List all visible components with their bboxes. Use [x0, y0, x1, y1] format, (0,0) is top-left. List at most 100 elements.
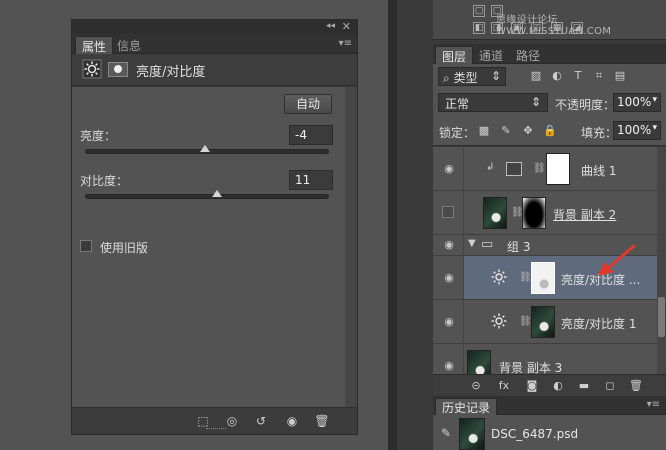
fx-icon[interactable]: fx: [497, 379, 511, 393]
close-icon[interactable]: ✕: [342, 20, 351, 33]
brightness-label: 亮度：: [80, 129, 117, 143]
blend-mode-value: 正常: [445, 97, 470, 111]
link-icon[interactable]: ⛓: [519, 271, 532, 285]
properties-body: 自动 亮度： -4 对比度： 11 使用旧版: [72, 87, 357, 407]
panel-menu-icon[interactable]: ▾≡: [647, 399, 660, 410]
properties-scrollbar[interactable]: [345, 87, 357, 407]
fill-input[interactable]: 100% ▾: [613, 121, 661, 140]
contrast-slider-thumb[interactable]: [211, 190, 222, 197]
reset-icon[interactable]: ↺: [253, 413, 269, 429]
use-legacy-checkbox[interactable]: [80, 240, 92, 252]
chevron-down-icon: ⇕: [530, 95, 541, 109]
clipping-arrow-icon: ↲: [486, 162, 495, 173]
eye-icon[interactable]: ◉: [442, 239, 456, 250]
layer-row-brightness-contrast-1[interactable]: ◉ ⛓ 亮度/对比度 1: [433, 300, 657, 344]
shape-filter-icon[interactable]: ⌗: [592, 69, 606, 83]
adjustment-filter-icon[interactable]: ◐: [550, 69, 564, 83]
eye-icon[interactable]: ◉: [442, 316, 456, 327]
brightness-input[interactable]: -4: [289, 125, 333, 145]
image-filter-icon[interactable]: ▨: [529, 69, 543, 83]
brightness-slider-thumb[interactable]: [199, 145, 210, 152]
curves-adjustment-icon: [506, 162, 522, 176]
visibility-cell[interactable]: ◉: [433, 147, 464, 190]
lock-transparency-icon[interactable]: ▩: [477, 124, 491, 138]
watermark-text: 思缘设计论坛 WWW.MISSYUAN.COM: [496, 15, 612, 37]
tab-channels[interactable]: 通道: [473, 46, 509, 64]
history-tabbar: 历史记录 ▾≡: [433, 396, 666, 415]
add-mask-icon[interactable]: ◙: [525, 379, 539, 393]
scrollbar-thumb[interactable]: [658, 297, 665, 337]
properties-panel: ◂◂ ✕ 属性 信息 ▾≡ 亮度/对比度 自动 亮度： -4 对比度： 11 使…: [71, 19, 358, 435]
brightness-sun-icon: [491, 313, 507, 329]
new-layer-icon[interactable]: ◻: [603, 379, 617, 393]
eye-icon[interactable]: ◉: [442, 163, 456, 174]
layer-name: 曲线 1: [581, 164, 617, 178]
eye-icon[interactable]: ◉: [284, 413, 300, 429]
tab-properties[interactable]: 属性: [75, 36, 114, 54]
collapse-icon[interactable]: ◂◂: [326, 21, 335, 31]
layer-name: 背景 副本 2: [553, 208, 617, 222]
lock-all-icon[interactable]: 🔒: [543, 124, 557, 138]
tab-history[interactable]: 历史记录: [435, 398, 498, 415]
tab-paths[interactable]: 路径: [510, 46, 546, 64]
eye-icon[interactable]: ◉: [442, 360, 456, 371]
eye-icon[interactable]: ◉: [442, 272, 456, 283]
contrast-label: 对比度：: [80, 174, 129, 188]
stepper-icon: ⇕: [490, 69, 501, 83]
brightness-sun-icon: [491, 269, 507, 285]
layer-filter-select[interactable]: ⌕ 类型 ⇕: [438, 67, 506, 86]
blend-mode-select[interactable]: 正常 ⇕: [438, 93, 548, 112]
link-layers-icon[interactable]: ⊝: [469, 379, 483, 393]
auto-button[interactable]: 自动: [284, 94, 332, 114]
fill-label: 填充：: [581, 126, 618, 140]
history-snapshot-thumbnail[interactable]: [459, 418, 485, 450]
adjustment-title: 亮度/对比度: [136, 65, 206, 80]
lock-pixels-icon[interactable]: ✎: [499, 124, 513, 138]
layer-mask-thumbnail[interactable]: [531, 306, 555, 338]
history-brush-icon[interactable]: ✎: [441, 426, 451, 440]
layer-mask-thumbnail[interactable]: [531, 262, 555, 294]
contrast-slider-track[interactable]: [85, 194, 329, 199]
visibility-toggle-icon[interactable]: ◎: [224, 413, 240, 429]
link-icon[interactable]: ⛓: [533, 162, 546, 176]
trash-icon[interactable]: 🗑: [314, 413, 330, 429]
folder-icon: ▭: [481, 237, 494, 252]
link-icon[interactable]: ⛓: [511, 206, 524, 220]
tab-layers[interactable]: 图层: [435, 46, 474, 64]
use-legacy-label: 使用旧版: [100, 241, 149, 255]
layer-mask-thumbnail[interactable]: [522, 197, 546, 229]
tab-info[interactable]: 信息: [111, 36, 147, 54]
history-snapshot-name[interactable]: DSC_6487.psd: [491, 427, 578, 441]
visibility-off-box[interactable]: [442, 206, 454, 218]
layer-row-bg-copy-2[interactable]: ⛓ 背景 副本 2: [433, 191, 657, 235]
layer-mask-thumbnail[interactable]: [546, 153, 570, 185]
tool-icon[interactable]: ◧: [473, 22, 485, 34]
filter-select-value: 类型: [453, 71, 478, 85]
new-group-icon[interactable]: ▬: [577, 379, 591, 393]
visibility-cell[interactable]: [433, 191, 464, 234]
opacity-input[interactable]: 100% ▾: [613, 93, 661, 112]
layer-list-scrollbar[interactable]: [657, 147, 666, 379]
panel-menu-icon[interactable]: ▾≡: [339, 38, 352, 49]
smart-object-filter-icon[interactable]: ▤: [613, 69, 627, 83]
resize-grip[interactable]: [206, 428, 226, 431]
layer-mask-icon[interactable]: [108, 62, 128, 77]
history-panel: 历史记录 ▾≡ ✎ DSC_6487.psd: [433, 396, 666, 450]
clip-to-layer-icon[interactable]: ⬚: [195, 413, 211, 429]
contrast-input[interactable]: 11: [289, 170, 333, 190]
layer-name: 亮度/对比度 1: [561, 317, 637, 331]
new-adjustment-icon[interactable]: ◐: [551, 379, 565, 393]
type-filter-icon[interactable]: T: [571, 69, 585, 83]
tool-icon[interactable]: ▢: [473, 5, 485, 17]
link-icon[interactable]: ⛓: [519, 315, 532, 329]
layers-footer: ⊝ fx ◙ ◐ ▬ ◻ 🗑: [433, 374, 666, 398]
layer-row-curves[interactable]: ◉ ↲ ⛓ 曲线 1: [433, 147, 657, 191]
visibility-cell[interactable]: ◉: [433, 235, 464, 255]
trash-icon[interactable]: 🗑: [629, 379, 643, 393]
visibility-cell[interactable]: ◉: [433, 256, 464, 299]
visibility-cell[interactable]: ◉: [433, 300, 464, 343]
lock-position-icon[interactable]: ✥: [521, 124, 535, 138]
expand-arrow-icon[interactable]: ▼: [468, 238, 476, 249]
layer-thumbnail[interactable]: [483, 197, 507, 229]
chevron-down-icon: ▾: [652, 123, 657, 133]
